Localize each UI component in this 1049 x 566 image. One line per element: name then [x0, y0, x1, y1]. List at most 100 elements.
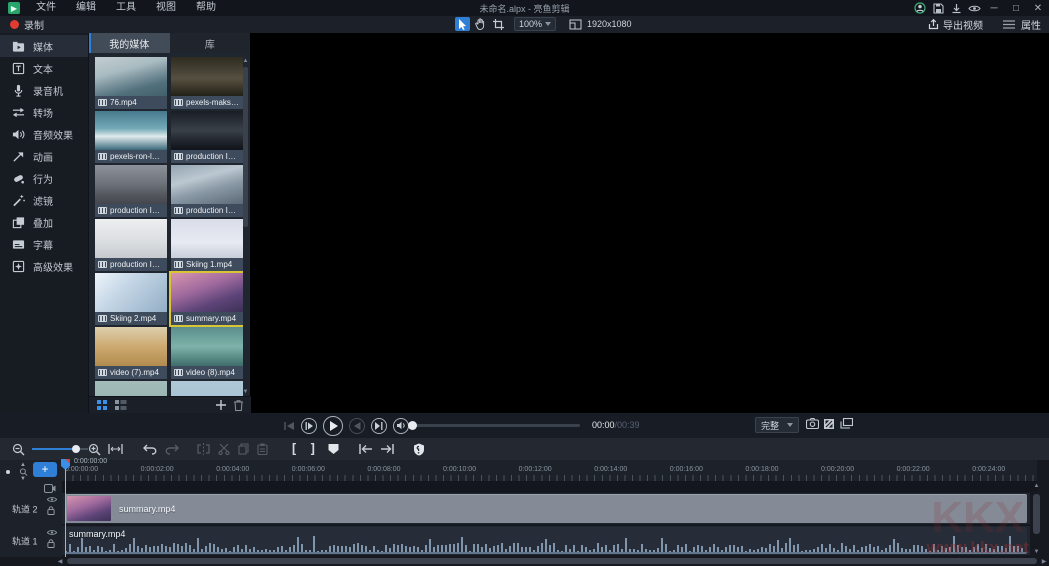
sidebar-item-advanced-effects[interactable]: 高级效果 — [0, 255, 88, 277]
add-track-button[interactable]: + — [33, 462, 57, 477]
save-icon[interactable] — [929, 1, 947, 15]
media-item[interactable]: production ID_... — [171, 165, 243, 217]
track-visibility-icon[interactable] — [47, 496, 57, 503]
track-lock-icon[interactable] — [47, 539, 55, 548]
timeline-zoom-slider[interactable] — [32, 448, 80, 450]
grid-view-icon[interactable] — [97, 400, 107, 410]
list-view-icon[interactable] — [115, 400, 127, 410]
track-visibility-icon[interactable] — [47, 529, 57, 536]
step-backward-button[interactable] — [301, 418, 317, 434]
visibility-icon[interactable] — [965, 1, 983, 15]
track-lock-icon[interactable] — [47, 506, 55, 515]
mark-out-icon[interactable]: ] — [309, 438, 317, 460]
minimize-button[interactable]: ─ — [983, 0, 1005, 16]
track-zoom-knob[interactable] — [6, 470, 10, 474]
detach-icon[interactable] — [840, 418, 853, 429]
volume-button[interactable] — [393, 418, 409, 434]
user-icon[interactable] — [911, 1, 929, 15]
scroll-up-icon[interactable]: ▲ — [1032, 483, 1041, 489]
canvas-zoom-select[interactable]: 100% — [514, 17, 556, 31]
step-forward-button[interactable] — [371, 418, 387, 434]
undo-icon[interactable] — [143, 438, 157, 460]
menu-file[interactable]: 文件 — [26, 0, 66, 16]
sidebar-item-transitions[interactable]: 转场 — [0, 101, 88, 123]
media-item[interactable]: Skiing 2.mp4 — [95, 273, 167, 325]
scrollbar-thumb[interactable] — [243, 67, 248, 227]
properties-button[interactable]: 属性 — [1021, 17, 1041, 32]
export-video-button[interactable]: 导出视频 — [928, 17, 983, 32]
delete-media-icon[interactable] — [234, 400, 243, 411]
redo-icon[interactable] — [165, 438, 179, 460]
record-button[interactable]: 录制 — [0, 16, 54, 33]
timeline-hscrollbar[interactable]: ◀ ▶ — [55, 557, 1049, 565]
media-item[interactable]: production ID_... — [171, 111, 243, 163]
scroll-down-icon[interactable]: ▼ — [1032, 549, 1041, 555]
vscrollbar-thumb[interactable] — [1033, 494, 1040, 534]
maximize-button[interactable]: □ — [1005, 0, 1027, 16]
rewind-icon[interactable] — [283, 421, 295, 431]
track-1-body[interactable]: summary.mp4 — [62, 526, 1030, 555]
sidebar-item-filters[interactable]: 滤镜 — [0, 189, 88, 211]
crop-tool-button[interactable] — [491, 17, 506, 31]
hand-tool-button[interactable] — [473, 17, 488, 31]
fit-timeline-icon[interactable] — [108, 438, 123, 460]
seek-knob[interactable] — [408, 421, 417, 430]
media-item[interactable]: video (7).mp4 — [95, 327, 167, 379]
seek-bar[interactable] — [408, 424, 580, 427]
preview-canvas[interactable] — [250, 33, 1049, 413]
zoom-out-icon[interactable] — [12, 438, 25, 460]
cut-icon[interactable] — [218, 438, 230, 460]
fullscreen-icon[interactable] — [823, 418, 835, 430]
media-item[interactable]: video (8).mp4 — [171, 327, 243, 379]
copy-icon[interactable] — [238, 438, 249, 460]
hamburger-menu-icon[interactable] — [1003, 20, 1015, 29]
track-height-control[interactable]: ▲ ▼ — [16, 462, 30, 482]
menu-tools[interactable]: 工具 — [106, 0, 146, 16]
split-icon[interactable] — [197, 438, 210, 460]
media-item[interactable]: 76.mp4 — [95, 57, 167, 109]
view-fit-select[interactable]: 完整 — [755, 417, 799, 433]
mark-in-icon[interactable]: [ — [290, 438, 298, 460]
timeline-ruler[interactable]: 0:00:00:000:00:02:000:00:04:000:00:06:00… — [62, 460, 1037, 481]
audio-clip[interactable]: summary.mp4 — [65, 527, 1027, 554]
tab-my-media[interactable]: 我的媒体 — [89, 33, 170, 53]
select-tool-button[interactable] — [455, 17, 470, 31]
sidebar-item-media[interactable]: 媒体 — [0, 35, 88, 57]
camera-icon[interactable] — [44, 484, 56, 493]
stop-button[interactable] — [349, 418, 365, 434]
timeline-vscrollbar[interactable]: ▲ ▼ — [1032, 483, 1041, 555]
previous-marker-icon[interactable] — [359, 438, 373, 460]
sidebar-item-audio-effects[interactable]: 音频效果 — [0, 123, 88, 145]
play-button[interactable] — [323, 416, 343, 436]
menu-help[interactable]: 帮助 — [186, 0, 226, 16]
sidebar-item-text[interactable]: 文本 — [0, 57, 88, 79]
sidebar-item-behavior[interactable]: 行为 — [0, 167, 88, 189]
video-clip[interactable]: summary.mp4 — [65, 494, 1027, 523]
snapshot-icon[interactable] — [806, 418, 819, 429]
sidebar-item-overlay[interactable]: 叠加 — [0, 211, 88, 233]
playhead[interactable] — [61, 459, 70, 557]
media-scrollbar[interactable]: ▲ ▼ — [242, 57, 249, 396]
paste-icon[interactable] — [257, 438, 268, 460]
scroll-down-icon[interactable]: ▼ — [242, 388, 249, 396]
sidebar-item-recorder[interactable]: 录音机 — [0, 79, 88, 101]
media-item[interactable] — [171, 381, 243, 396]
media-item[interactable]: production ID_... — [95, 219, 167, 271]
menu-edit[interactable]: 编辑 — [66, 0, 106, 16]
download-icon[interactable] — [947, 1, 965, 15]
tab-library[interactable]: 库 — [170, 33, 251, 53]
close-button[interactable]: ✕ — [1027, 0, 1049, 16]
media-item[interactable]: summary.mp4 — [171, 273, 243, 325]
slider-knob[interactable] — [72, 445, 80, 453]
sidebar-item-captions[interactable]: 字幕 — [0, 233, 88, 255]
media-item[interactable]: pexels-ron-lach... — [95, 111, 167, 163]
scroll-left-icon[interactable]: ◀ — [55, 558, 65, 565]
sidebar-item-animation[interactable]: 动画 — [0, 145, 88, 167]
arrow-down-icon[interactable]: ▼ — [20, 476, 26, 482]
next-marker-icon[interactable] — [380, 438, 394, 460]
zoom-in-icon[interactable] — [88, 438, 101, 460]
scroll-up-icon[interactable]: ▲ — [242, 57, 249, 65]
hscrollbar-thumb[interactable] — [67, 558, 1037, 564]
add-media-icon[interactable] — [216, 400, 226, 410]
menu-view[interactable]: 视图 — [146, 0, 186, 16]
